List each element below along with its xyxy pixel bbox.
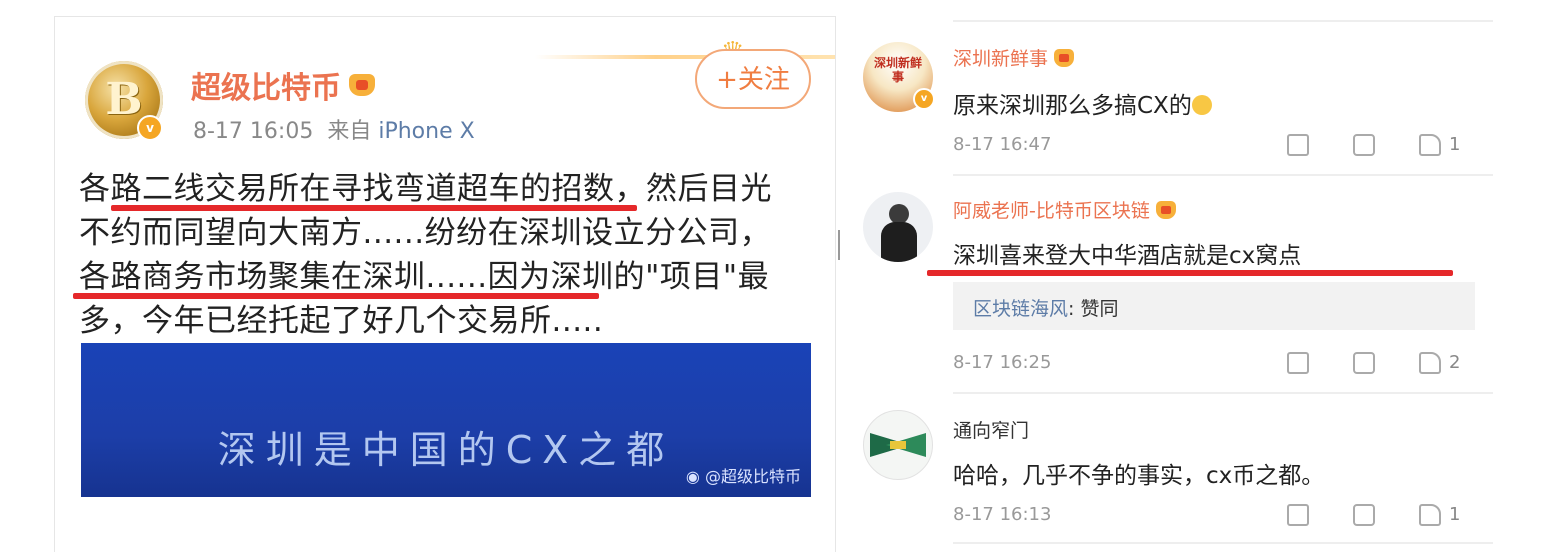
vip-crown-icon bbox=[1155, 201, 1176, 219]
like-icon[interactable] bbox=[1419, 352, 1441, 374]
share-icon[interactable] bbox=[1287, 504, 1309, 526]
source-prefix: 来自 bbox=[327, 119, 372, 144]
share-icon[interactable] bbox=[1287, 352, 1309, 374]
reply-line: 区块链海风: 赞同 bbox=[973, 294, 1118, 321]
comment-icon[interactable] bbox=[1353, 352, 1375, 374]
reply-preview[interactable]: 区块链海风: 赞同 bbox=[953, 282, 1475, 330]
comment-time: 8-17 16:47 bbox=[953, 134, 1052, 155]
red-underline bbox=[927, 270, 1453, 276]
source-device[interactable]: iPhone X bbox=[378, 119, 474, 144]
like-icon[interactable] bbox=[1419, 134, 1441, 156]
comment-icon[interactable] bbox=[1353, 134, 1375, 156]
comment-author-name[interactable]: 深圳新鲜事 bbox=[953, 48, 1048, 70]
image-watermark: ◉ @超级比特币 bbox=[686, 463, 801, 487]
avatar[interactable] bbox=[863, 410, 933, 480]
like-icon[interactable] bbox=[1419, 504, 1441, 526]
comment-text: 哈哈，几乎不争的事实，cx币之都。 bbox=[953, 463, 1325, 489]
post-time: 8-17 16:05 bbox=[193, 119, 314, 144]
divider bbox=[953, 392, 1493, 394]
vip-crown-icon bbox=[1054, 49, 1075, 67]
comment-actions: 1 bbox=[1285, 134, 1485, 160]
vip-crown-icon bbox=[349, 74, 375, 96]
comment-icon[interactable] bbox=[1353, 504, 1375, 526]
like-count: 2 bbox=[1449, 352, 1461, 373]
comment-actions: 1 bbox=[1285, 504, 1485, 530]
reply-text: : 赞同 bbox=[1068, 298, 1119, 320]
username-text[interactable]: 超级比特币 bbox=[191, 71, 341, 106]
divider bbox=[953, 542, 1493, 544]
weibo-post-card: ♛ B v 超级比特币 8-17 16:05 来自 iPhone X +关注 各… bbox=[54, 16, 836, 552]
like-count: 1 bbox=[1449, 504, 1461, 525]
comment-text: 原来深圳那么多搞CX的 bbox=[953, 86, 1212, 120]
verified-icon: v bbox=[137, 115, 163, 141]
comment-author-name[interactable]: 阿威老师-比特币区块链 bbox=[953, 200, 1150, 222]
weibo-logo-icon: ◉ bbox=[685, 467, 700, 486]
divider bbox=[953, 174, 1493, 176]
comment-time: 8-17 16:13 bbox=[953, 504, 1052, 525]
share-icon[interactable] bbox=[1287, 134, 1309, 156]
comment-author[interactable]: 阿威老师-比特币区块链 bbox=[953, 196, 1176, 223]
comment-actions: 2 bbox=[1285, 352, 1485, 378]
comment-time: 8-17 16:25 bbox=[953, 352, 1052, 373]
comment-text-content: 原来深圳那么多搞CX的 bbox=[953, 93, 1192, 119]
post-meta: 8-17 16:05 来自 iPhone X bbox=[193, 113, 475, 145]
divider bbox=[953, 20, 1493, 22]
avatar-body bbox=[881, 222, 917, 262]
panel-divider bbox=[838, 230, 840, 260]
red-underline bbox=[111, 205, 637, 211]
verified-icon: v bbox=[913, 88, 935, 110]
avatar-label: 深圳新鲜事 bbox=[873, 56, 922, 84]
avatar-head bbox=[889, 204, 909, 224]
post-username[interactable]: 超级比特币 bbox=[191, 63, 375, 107]
post-image[interactable]: 深圳是中国的CX之都 ◉ @超级比特币 bbox=[81, 343, 811, 497]
comment-text: 深圳喜来登大中华酒店就是cx窝点 bbox=[953, 243, 1302, 269]
watermark-text: @超级比特币 bbox=[704, 467, 801, 486]
post-body: 各路二线交易所在寻找弯道超车的招数，然后目光 不约而同望向大南方......纷纷… bbox=[79, 167, 819, 343]
post-line: 不约而同望向大南方......纷纷在深圳设立分公司， bbox=[79, 215, 772, 251]
post-line: 多，今年已经托起了好几个交易所..... bbox=[79, 303, 604, 339]
like-count: 1 bbox=[1449, 134, 1461, 155]
red-underline bbox=[73, 293, 599, 299]
comment-author[interactable]: 深圳新鲜事 bbox=[953, 44, 1075, 71]
surprised-emoji-icon bbox=[1191, 95, 1212, 115]
comment-author[interactable]: 通向窄门 bbox=[953, 416, 1029, 443]
comments-panel: 深圳新鲜事 v 深圳新鲜事 原来深圳那么多搞CX的 8-17 16:47 1 阿… bbox=[855, 0, 1495, 552]
avatar[interactable] bbox=[863, 192, 933, 262]
follow-button[interactable]: +关注 bbox=[695, 49, 811, 109]
reply-author[interactable]: 区块链海风 bbox=[973, 298, 1068, 320]
logo-center-bar bbox=[890, 441, 906, 449]
